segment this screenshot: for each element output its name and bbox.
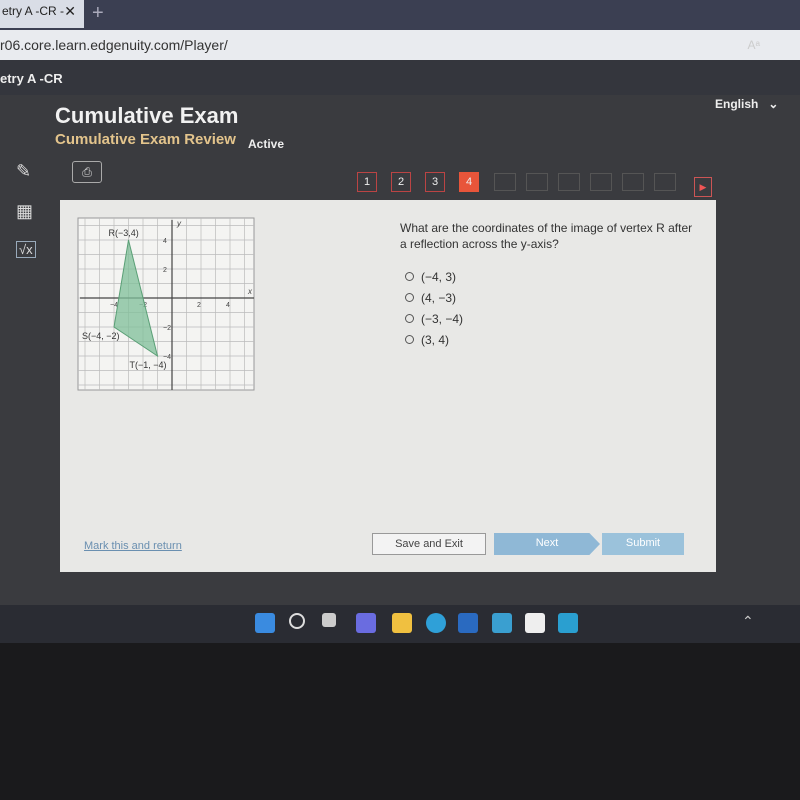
search-icon[interactable] xyxy=(289,613,305,629)
start-icon[interactable] xyxy=(255,613,275,633)
address-bar[interactable]: r06.core.learn.edgenuity.com/Player/Aᵃ xyxy=(0,30,800,60)
y-tick-label: 2 xyxy=(163,267,167,274)
course-title: etry A -CR xyxy=(0,71,63,86)
question-placeholder xyxy=(526,173,548,191)
answer-option[interactable]: (4, −3) xyxy=(405,291,456,305)
question-placeholder xyxy=(654,173,676,191)
page-title: Cumulative Exam xyxy=(55,103,239,128)
submit-button[interactable]: Submit xyxy=(602,533,684,555)
question-placeholder xyxy=(494,173,516,191)
vertex-label: S(−4, −2) xyxy=(82,331,120,341)
question-placeholder xyxy=(622,173,644,191)
mcafee-icon[interactable] xyxy=(525,613,545,633)
answer-option[interactable]: (3, 4) xyxy=(405,333,449,347)
option-label: (−4, 3) xyxy=(421,270,457,284)
print-icon[interactable]: ⎙ xyxy=(72,161,102,183)
vertex-label: R(−3,4) xyxy=(109,228,139,238)
browser-tabbar: etry A -CR - ✕ + xyxy=(0,0,800,30)
question-panel: xy−4−22442−2−4R(−3,4)S(−4, −2)T(−1, −4) … xyxy=(60,200,716,572)
option-label: (4, −3) xyxy=(421,291,457,305)
question-3-button[interactable]: 3 xyxy=(425,172,445,192)
radio-button[interactable] xyxy=(405,272,414,281)
chevron-up-icon[interactable]: ⌃ xyxy=(742,613,754,630)
app-icon[interactable] xyxy=(558,613,578,633)
x-tick-label: 4 xyxy=(226,302,230,309)
store-icon[interactable] xyxy=(458,613,478,633)
page-subtitle: Cumulative Exam Review xyxy=(55,131,236,148)
language-label: English xyxy=(715,97,759,111)
language-select[interactable]: English ⌄ xyxy=(715,97,778,111)
question-text: What are the coordinates of the image of… xyxy=(400,221,693,251)
coordinate-graph: xy−4−22442−2−4R(−3,4)S(−4, −2)T(−1, −4) xyxy=(77,217,255,391)
formula-icon[interactable]: √x xyxy=(16,241,36,258)
course-bar: etry A -CR xyxy=(0,60,800,98)
app-l-icon[interactable] xyxy=(492,613,512,633)
status-badge: Active xyxy=(248,137,285,151)
question-placeholder xyxy=(558,173,580,191)
url-text: r06.core.learn.edgenuity.com/Player/ xyxy=(0,37,228,53)
radio-button[interactable] xyxy=(405,293,414,302)
answer-option[interactable]: (−4, 3) xyxy=(405,270,456,284)
browser-tab[interactable]: etry A -CR - ✕ xyxy=(0,0,84,28)
tab-title: etry A -CR - xyxy=(2,4,65,18)
question-2-button[interactable]: 2 xyxy=(391,172,411,192)
save-and-exit-button[interactable]: Save and Exit xyxy=(372,533,486,555)
answer-option[interactable]: (−3, −4) xyxy=(405,312,463,326)
next-questions-arrow-icon[interactable]: ▶ xyxy=(694,177,712,197)
close-icon[interactable]: ✕ xyxy=(64,3,76,20)
reader-mode-icon[interactable]: Aᵃ xyxy=(748,38,760,52)
file-explorer-icon[interactable] xyxy=(392,613,412,633)
mark-and-return-link[interactable]: Mark this and return xyxy=(84,540,182,552)
pencil-icon[interactable]: ✎ xyxy=(16,161,31,182)
chat-icon[interactable] xyxy=(356,613,376,633)
question-4-button[interactable]: 4 xyxy=(459,172,479,192)
vertex-label: T(−1, −4) xyxy=(130,360,167,370)
new-tab-icon[interactable]: + xyxy=(92,2,104,25)
task-view-icon[interactable] xyxy=(322,613,336,627)
radio-button[interactable] xyxy=(405,335,414,344)
calculator-icon[interactable]: ▦ xyxy=(16,201,33,222)
question-1-button[interactable]: 1 xyxy=(357,172,377,192)
y-tick-label: 4 xyxy=(163,238,167,245)
option-label: (−3, −4) xyxy=(421,312,464,326)
chevron-down-icon: ⌄ xyxy=(761,97,779,111)
taskbar: ⌃ xyxy=(0,605,800,643)
radio-button[interactable] xyxy=(405,314,414,323)
x-tick-label: 2 xyxy=(197,302,201,309)
option-label: (3, 4) xyxy=(421,333,450,347)
y-tick-label: −2 xyxy=(163,325,171,332)
question-placeholder xyxy=(590,173,612,191)
edge-icon[interactable] xyxy=(426,613,446,633)
exam-page: Cumulative Exam Cumulative Exam Review A… xyxy=(0,95,800,605)
next-button[interactable]: Next xyxy=(494,533,600,555)
